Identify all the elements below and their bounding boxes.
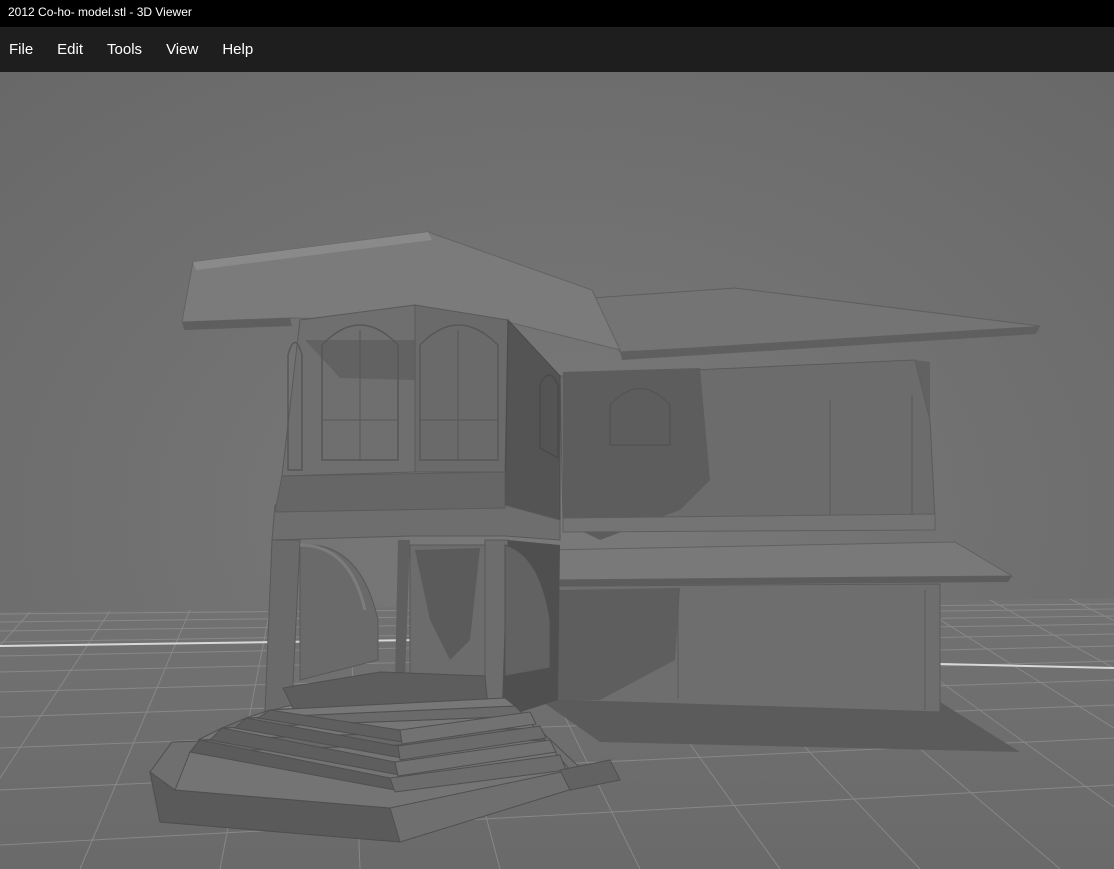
- menu-help[interactable]: Help: [210, 27, 265, 72]
- menu-tools[interactable]: Tools: [95, 27, 154, 72]
- menu-edit[interactable]: Edit: [45, 27, 95, 72]
- app-window: 2012 Co-ho- model.stl - 3D Viewer File E…: [0, 0, 1114, 869]
- 3d-scene[interactable]: [0, 72, 1114, 869]
- menu-file[interactable]: File: [0, 27, 45, 72]
- window-title: 2012 Co-ho- model.stl - 3D Viewer: [0, 0, 1114, 27]
- menu-bar: File Edit Tools View Help: [0, 27, 1114, 72]
- 3d-viewport[interactable]: [0, 72, 1114, 869]
- menu-view[interactable]: View: [154, 27, 210, 72]
